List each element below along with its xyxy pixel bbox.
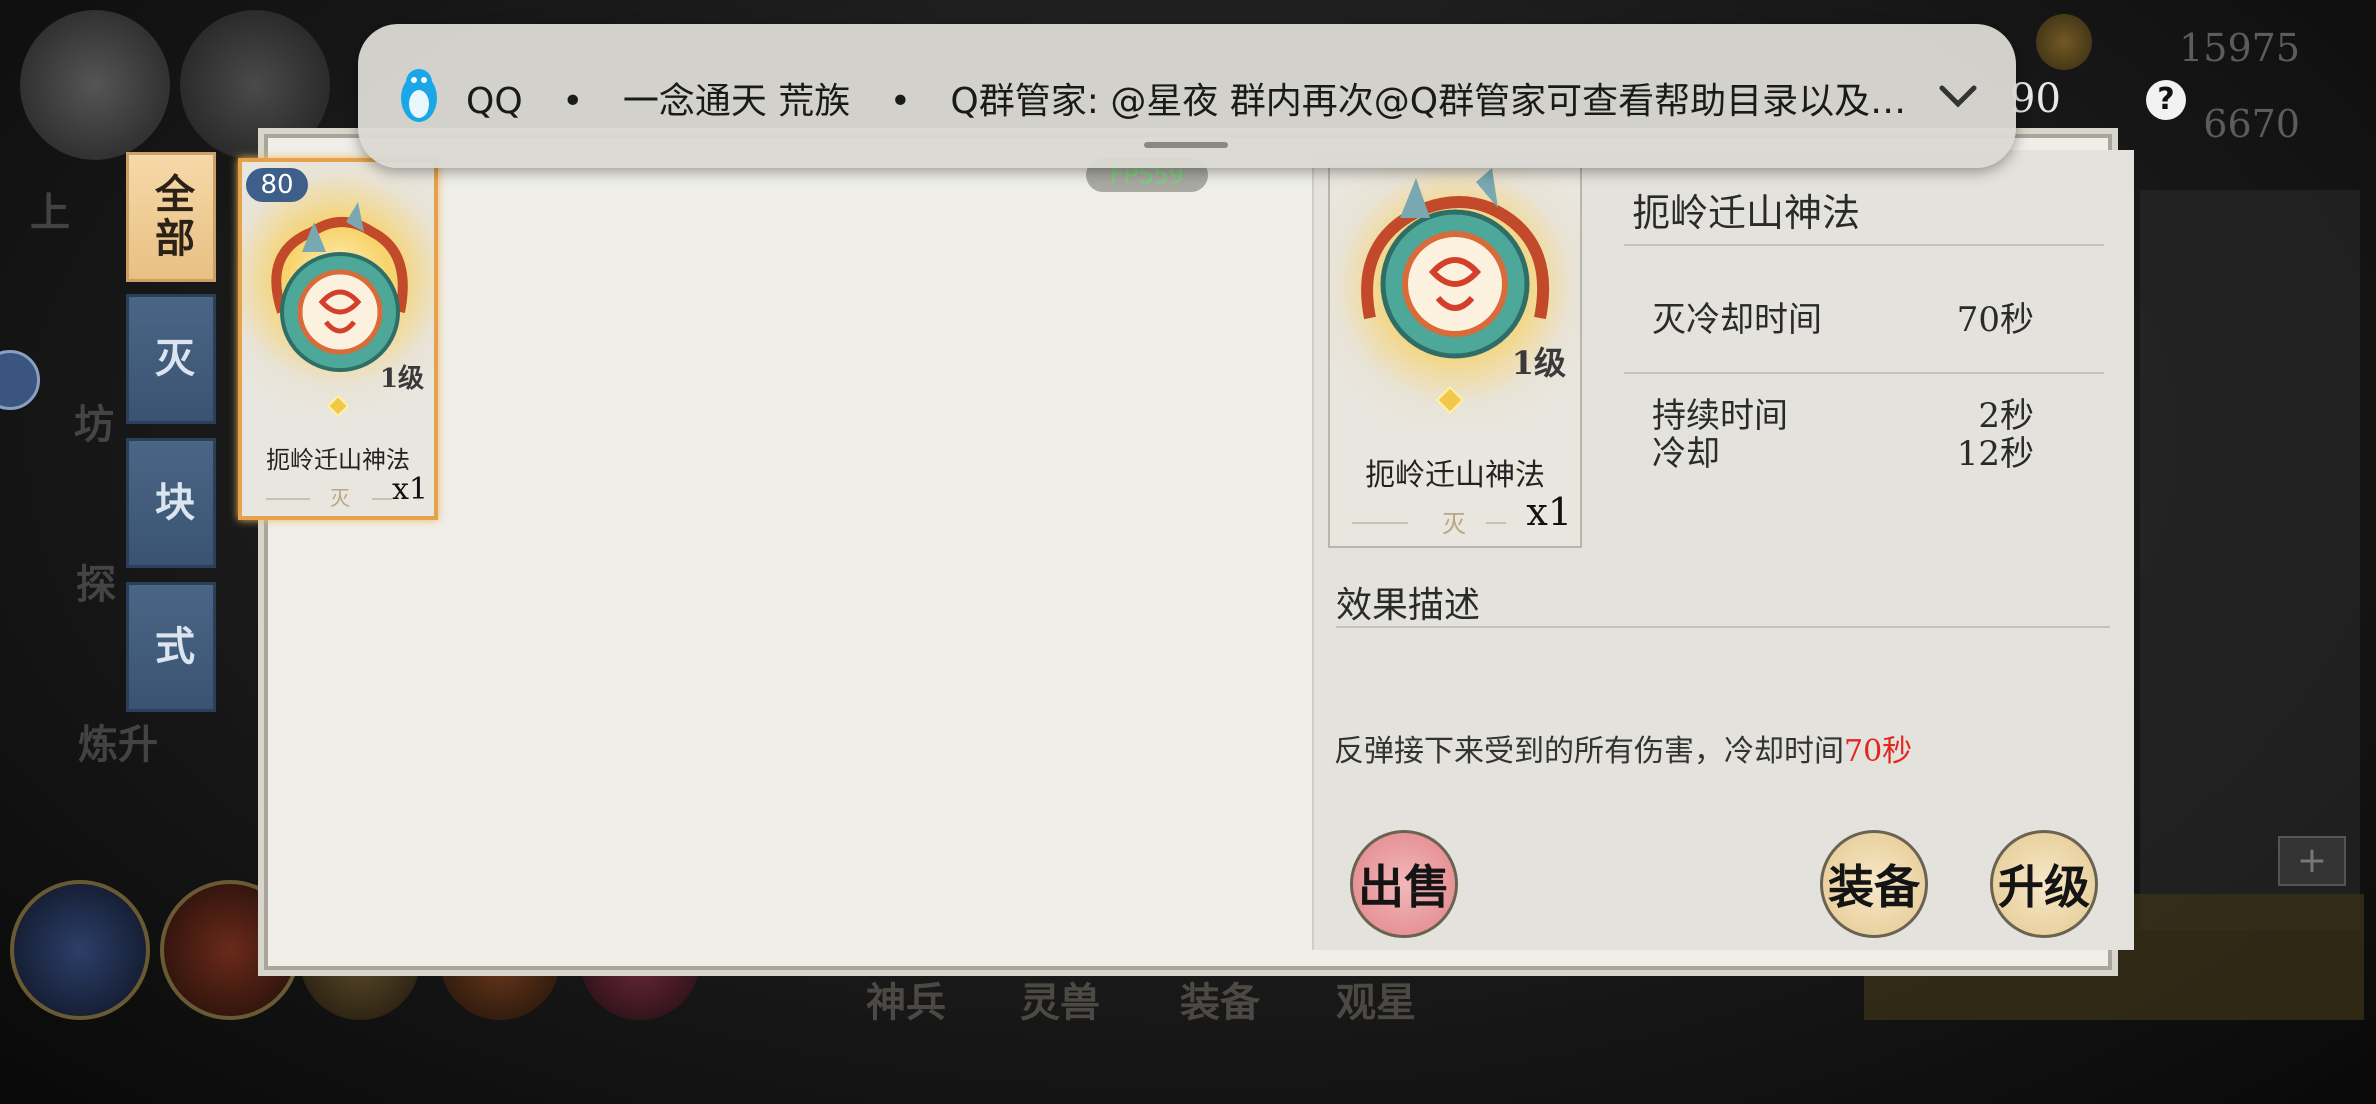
tab-kuai[interactable]: 块 bbox=[126, 438, 216, 568]
right-side-panel bbox=[2140, 190, 2360, 930]
effect-description-text: 反弹接下来受到的所有伤害，冷却时间 bbox=[1334, 734, 1844, 769]
effect-highlight: 70秒 bbox=[1844, 734, 1913, 769]
bg-label-3: 探 bbox=[76, 561, 116, 608]
stat-divider bbox=[1624, 372, 2104, 374]
effect-divider bbox=[1336, 626, 2110, 628]
bg-label-4: 炼升 bbox=[78, 721, 158, 768]
game-screen: + 上 坊 探 炼升 神兵 灵兽 装备 观星 15975 6670 90 ? 全… bbox=[0, 0, 2376, 1104]
qq-message: Q群管家: @星夜 群内再次@Q群管家可查看帮助目录以及… bbox=[950, 81, 1907, 122]
qq-app-name: QQ bbox=[466, 81, 523, 122]
detail-divider-left bbox=[1352, 522, 1408, 524]
item-divider-right bbox=[372, 498, 392, 500]
effect-title: 效果描述 bbox=[1336, 585, 1481, 626]
equip-button[interactable]: 装备 bbox=[1820, 830, 1928, 938]
item-divider-left bbox=[266, 498, 310, 500]
item-level: 1级 bbox=[379, 364, 424, 394]
bg-bottom-label-2: 灵兽 bbox=[1020, 979, 1100, 1026]
detail-divider-right bbox=[1486, 522, 1506, 524]
detail-title: 扼岭迁山神法 bbox=[1632, 191, 1861, 235]
dragon-emblem-icon bbox=[1361, 168, 1550, 359]
qq-notification-text: QQ • 一念通天 荒族 • Q群管家: @星夜 群内再次@Q群管家可查看帮助目… bbox=[466, 72, 1934, 124]
detail-item-art bbox=[1330, 168, 1580, 428]
bg-bottom-label-1: 神兵 bbox=[866, 979, 946, 1026]
item-element: 灭 bbox=[330, 486, 350, 510]
hero-portrait-1 bbox=[20, 10, 170, 160]
title-divider bbox=[1624, 244, 2104, 246]
side-badge bbox=[0, 350, 40, 410]
detail-item-element: 灭 bbox=[1442, 510, 1466, 538]
item-badge: 80 bbox=[246, 168, 308, 202]
chevron-down-icon[interactable] bbox=[1936, 82, 1980, 112]
item-name: 扼岭迁山神法 bbox=[266, 446, 410, 474]
sell-button[interactable]: 出售 bbox=[1350, 830, 1458, 938]
tab-shi[interactable]: 式 bbox=[126, 582, 216, 712]
qq-separator-1: • bbox=[562, 81, 584, 122]
stat-value-cooldown: 12秒 bbox=[1956, 434, 2034, 474]
notification-drag-handle[interactable] bbox=[1144, 142, 1228, 148]
upgrade-button[interactable]: 升级 bbox=[1990, 830, 2098, 938]
bg-label-1: 上 bbox=[30, 189, 70, 236]
stat-label-cooldown: 冷却 bbox=[1652, 434, 1720, 474]
bg-bottom-label-4: 观星 bbox=[1336, 979, 1416, 1026]
qq-separator-2: • bbox=[889, 81, 911, 122]
detail-item-name: 扼岭迁山神法 bbox=[1365, 458, 1545, 493]
help-button[interactable]: ? bbox=[2146, 80, 2186, 120]
item-badge-value: 80 bbox=[260, 170, 294, 200]
currency-bottom-value: 6670 bbox=[2203, 102, 2300, 146]
player-level-value: 90 bbox=[2010, 76, 2061, 122]
skill-orb-1 bbox=[10, 880, 150, 1020]
right-plus-button: + bbox=[2278, 836, 2346, 886]
stat-label-mie-cooldown: 灭冷却时间 bbox=[1652, 300, 1822, 340]
qq-group-name: 一念通天 荒族 bbox=[622, 81, 851, 122]
tab-mie[interactable]: 灭 bbox=[126, 294, 216, 424]
bg-bottom-label-3: 装备 bbox=[1180, 979, 1260, 1026]
qq-penguin-icon bbox=[401, 69, 437, 122]
item-count: x1 bbox=[391, 472, 428, 507]
detail-item-card: 1级 扼岭迁山神法 灭 x1 bbox=[1328, 166, 1582, 548]
detail-item-level: 1级 bbox=[1511, 344, 1566, 382]
detail-item-count: x1 bbox=[1526, 490, 1572, 534]
currency-coin-icon bbox=[2036, 14, 2092, 70]
bg-label-2: 坊 bbox=[74, 401, 114, 448]
tab-all[interactable]: 全部 bbox=[126, 152, 216, 282]
currency-top-value: 15975 bbox=[2179, 26, 2300, 70]
stat-value-mie-cooldown: 70秒 bbox=[1956, 300, 2034, 340]
qq-notification-banner[interactable]: QQ • 一念通天 荒族 • Q群管家: @星夜 群内再次@Q群管家可查看帮助目… bbox=[358, 24, 2016, 168]
inventory-item-card[interactable]: 80 1级 扼岭迁山神法 灭 x1 bbox=[238, 158, 438, 520]
effect-description: 反弹接下来受到的所有伤害，冷却时间70秒 bbox=[1334, 726, 1912, 770]
